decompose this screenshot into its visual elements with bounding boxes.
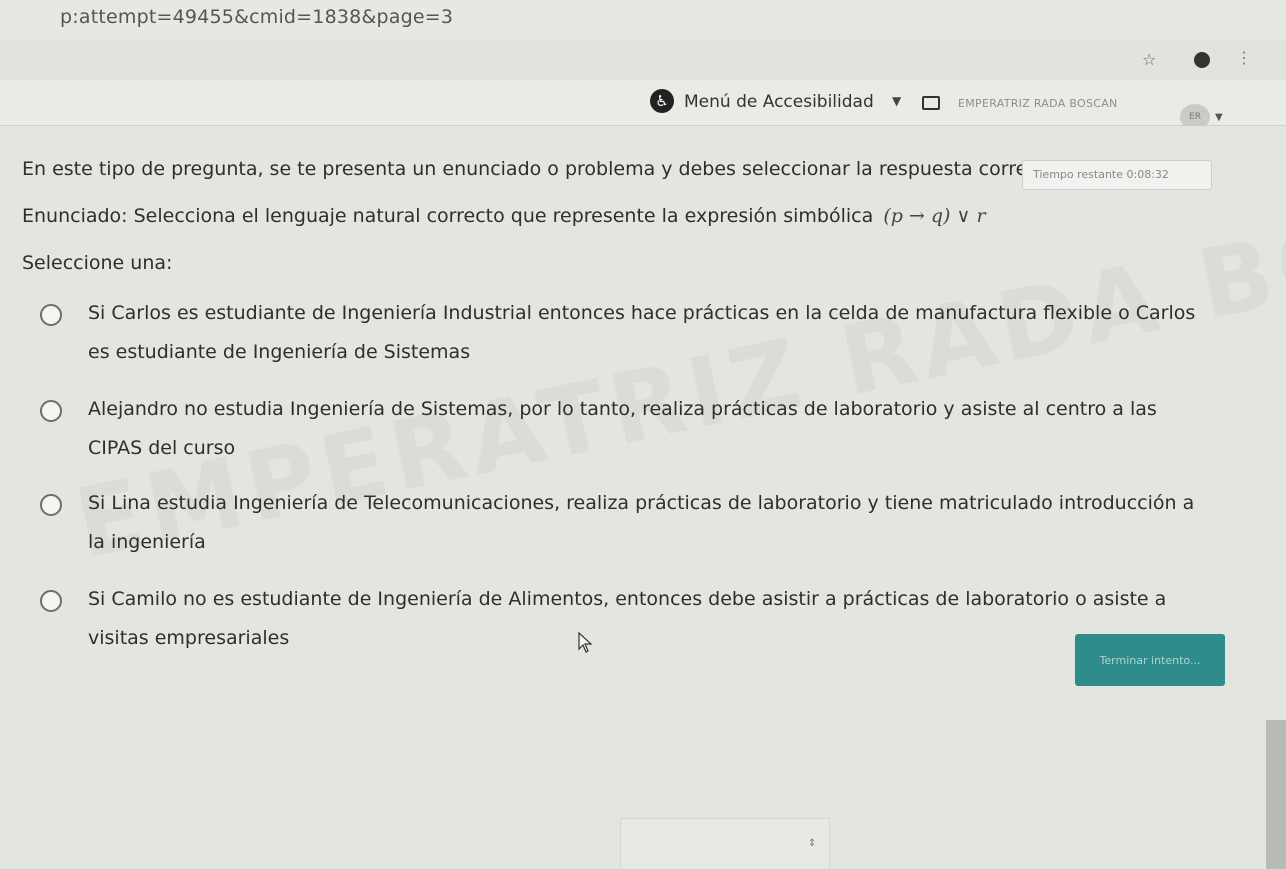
quiz-timer: Tiempo restante 0:08:32 bbox=[1022, 160, 1212, 190]
question-statement: Enunciado: Selecciona el lenguaje natura… bbox=[22, 205, 986, 227]
browser-address-bar[interactable]: p:attempt=49455&cmid=1838&page=3 bbox=[0, 0, 1286, 40]
extension-icon[interactable] bbox=[1194, 52, 1210, 68]
message-icon[interactable] bbox=[922, 96, 940, 110]
browser-toolbar bbox=[0, 40, 1286, 80]
answer-option-label[interactable]: Si Camilo no es estudiante de Ingeniería… bbox=[88, 580, 1198, 658]
answer-option-label[interactable]: Alejandro no estudia Ingeniería de Siste… bbox=[88, 390, 1198, 468]
accessibility-icon[interactable]: ♿ bbox=[650, 89, 674, 113]
symbolic-expression: (p → q) ∨ r bbox=[883, 205, 986, 227]
finish-attempt-button[interactable]: Terminar intento... bbox=[1075, 634, 1225, 686]
question-instructions: En este tipo de pregunta, se te presenta… bbox=[22, 158, 1038, 180]
user-menu-chevron-icon[interactable]: ▼ bbox=[1215, 112, 1223, 123]
bookmark-star-icon[interactable]: ☆ bbox=[1142, 50, 1156, 69]
chevron-down-icon[interactable]: ▼ bbox=[892, 94, 901, 108]
radio-button[interactable] bbox=[40, 400, 62, 422]
browser-menu-icon[interactable]: ⋮ bbox=[1236, 48, 1252, 67]
mouse-cursor-icon bbox=[578, 632, 593, 653]
statement-text: Enunciado: Selecciona el lenguaje natura… bbox=[22, 205, 874, 227]
answer-option-label[interactable]: Si Carlos es estudiante de Ingeniería In… bbox=[88, 294, 1198, 372]
window-edge bbox=[1266, 720, 1286, 869]
radio-button[interactable] bbox=[40, 590, 62, 612]
radio-button[interactable] bbox=[40, 304, 62, 326]
user-name[interactable]: EMPERATRIZ RADA BOSCAN bbox=[958, 97, 1118, 110]
resize-handle-icon[interactable]: ⇕ bbox=[808, 838, 816, 849]
answer-option-label[interactable]: Si Lina estudia Ingeniería de Telecomuni… bbox=[88, 484, 1198, 562]
select-one-label: Seleccione una: bbox=[22, 252, 173, 274]
radio-button[interactable] bbox=[40, 494, 62, 516]
accessibility-menu-link[interactable]: Menú de Accesibilidad bbox=[684, 92, 874, 112]
bottom-panel bbox=[620, 818, 830, 869]
url-text[interactable]: p:attempt=49455&cmid=1838&page=3 bbox=[60, 6, 453, 28]
